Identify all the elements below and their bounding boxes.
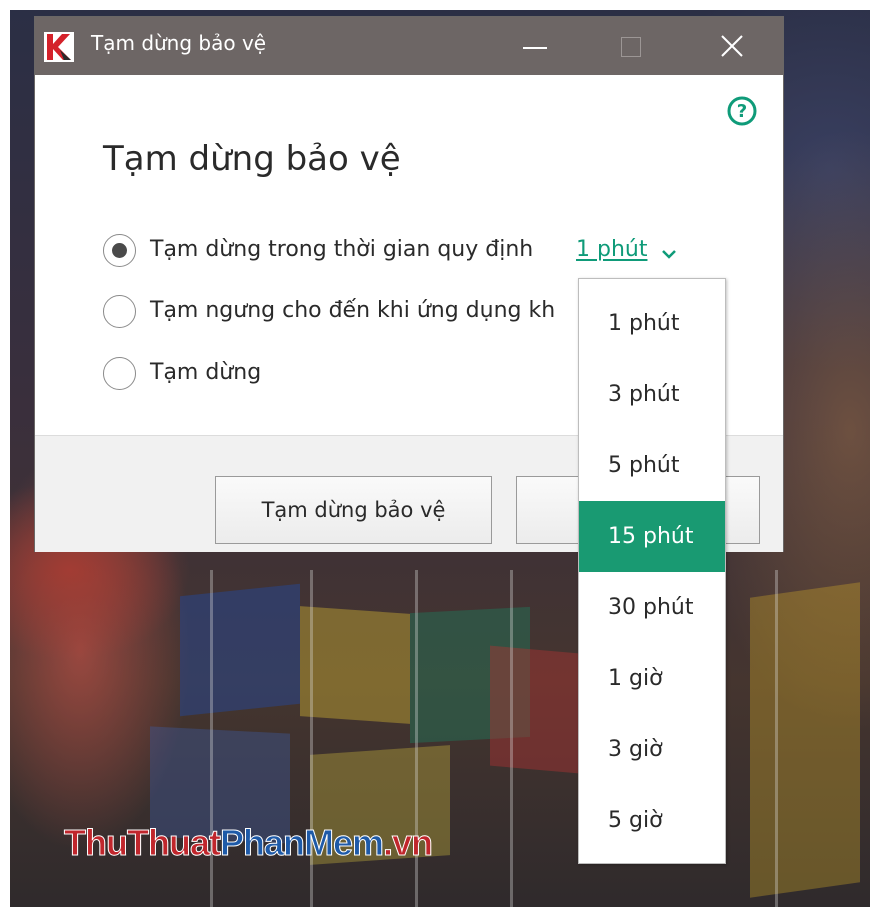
close-button[interactable] — [697, 17, 767, 75]
dropdown-item[interactable]: 5 giờ — [579, 785, 725, 856]
radio-button-timed[interactable] — [103, 234, 136, 267]
duration-dropdown-link[interactable]: 1 phút — [576, 237, 647, 262]
minimize-button[interactable] — [501, 17, 571, 75]
minimize-icon — [523, 47, 547, 49]
radio-button-pause[interactable] — [103, 357, 136, 390]
flag-decoration — [300, 606, 410, 724]
help-icon[interactable]: ? — [726, 95, 758, 127]
dropdown-item[interactable]: 30 phút — [579, 572, 725, 643]
flag-decoration — [490, 645, 590, 775]
dropdown-item[interactable]: 3 giờ — [579, 714, 725, 785]
watermark-part1: ThuThuat — [64, 822, 222, 864]
maximize-button[interactable] — [595, 17, 665, 75]
radio-label-pause: Tạm dừng — [150, 360, 262, 385]
site-watermark: ThuThuatPhanMem.vn — [64, 822, 434, 864]
radio-label-timed: Tạm dừng trong thời gian quy định — [150, 237, 534, 262]
dropdown-item[interactable]: 1 phút — [579, 288, 725, 359]
duration-dropdown-list: 1 phút 3 phút 5 phút 15 phút 30 phút 1 g… — [578, 278, 726, 864]
dropdown-item[interactable]: 1 giờ — [579, 643, 725, 714]
kaspersky-logo-icon — [44, 32, 74, 62]
watermark-part3: .vn — [382, 822, 433, 864]
pause-protection-button[interactable]: Tạm dừng bảo vệ — [215, 476, 492, 544]
flag-decoration — [750, 582, 860, 898]
dropdown-item-highlighted[interactable]: 15 phút — [579, 501, 725, 572]
close-icon — [721, 35, 743, 57]
window-titlebar[interactable]: Tạm dừng bảo vệ — [35, 17, 783, 75]
dropdown-item[interactable]: 5 phút — [579, 430, 725, 501]
flag-pole — [775, 570, 778, 907]
dialog-heading: Tạm dừng bảo vệ — [103, 139, 401, 179]
flag-pole — [510, 570, 513, 907]
radio-selected-dot — [112, 243, 127, 258]
svg-text:?: ? — [737, 101, 747, 122]
flag-decoration — [180, 583, 300, 717]
dropdown-item[interactable]: 3 phút — [579, 359, 725, 430]
radio-label-until-restart: Tạm ngưng cho đến khi ứng dụng kh — [150, 298, 556, 323]
maximize-icon — [621, 37, 641, 57]
chevron-down-icon[interactable] — [661, 248, 677, 260]
watermark-part2: PhanMem — [219, 822, 384, 864]
radio-button-until-restart[interactable] — [103, 295, 136, 328]
window-title: Tạm dừng bảo vệ — [91, 31, 267, 55]
